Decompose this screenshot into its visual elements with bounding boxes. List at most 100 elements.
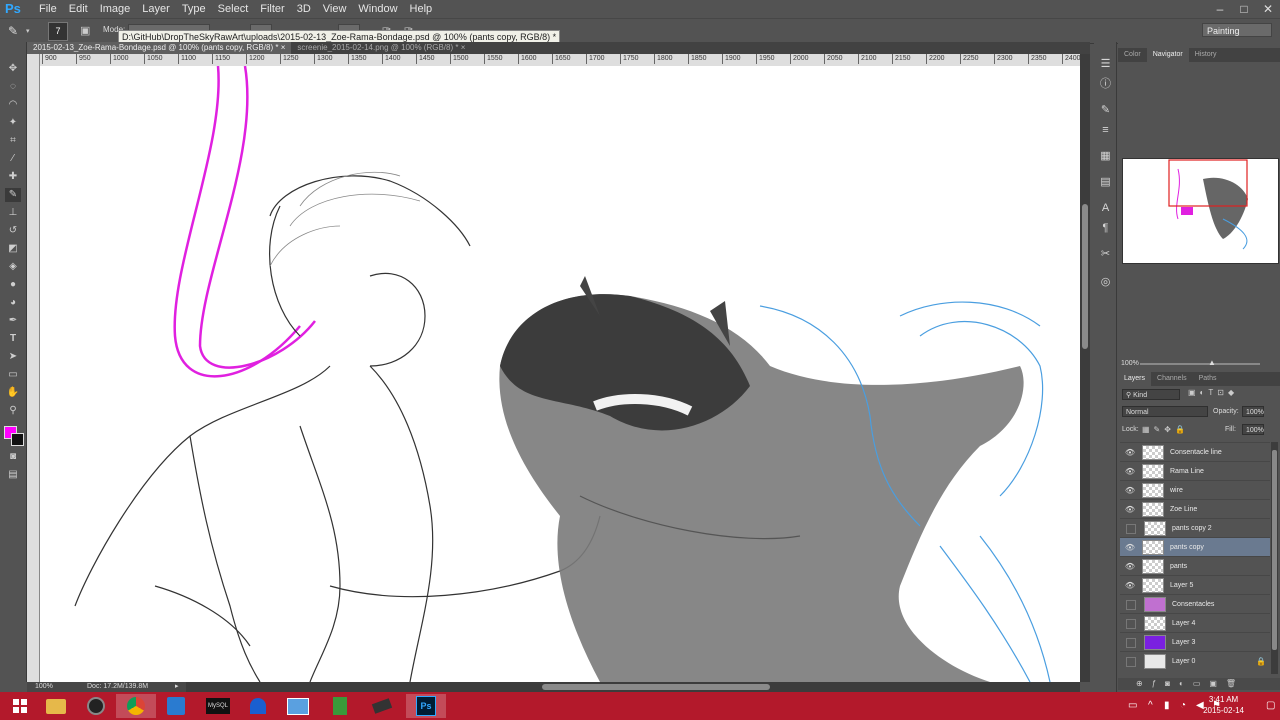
navigator-zoom-slider[interactable] bbox=[1140, 363, 1260, 365]
sublime-taskbar-button[interactable] bbox=[362, 694, 402, 718]
malwarebytes-taskbar-button[interactable] bbox=[238, 694, 278, 718]
remote-desktop-taskbar-button[interactable] bbox=[278, 694, 318, 718]
visibility-toggle[interactable] bbox=[1126, 637, 1136, 648]
menu-3d[interactable]: 3D bbox=[291, 0, 317, 18]
layer-row[interactable]: 👁 wire bbox=[1120, 480, 1270, 500]
calculator-taskbar-button[interactable] bbox=[320, 694, 360, 718]
menu-edit[interactable]: Edit bbox=[63, 0, 94, 18]
dodge-tool-icon[interactable]: ◕ bbox=[5, 296, 21, 310]
close-tab-icon[interactable]: × bbox=[281, 43, 286, 52]
visibility-toggle[interactable] bbox=[1126, 523, 1136, 534]
media-player-taskbar-button[interactable] bbox=[76, 694, 116, 718]
quick-mask-icon[interactable]: ◙ bbox=[5, 450, 21, 464]
layer-row[interactable]: Layer 4 bbox=[1120, 613, 1270, 633]
menu-help[interactable]: Help bbox=[404, 0, 439, 18]
adjustments-icon[interactable]: ≡ bbox=[1099, 124, 1112, 137]
brush-tool-icon[interactable]: ✎ bbox=[5, 188, 21, 202]
layer-filter-kind[interactable]: ⚲ Kind bbox=[1122, 389, 1180, 400]
wifi-icon[interactable]: ◔ bbox=[1180, 700, 1186, 711]
layer-row[interactable]: pants copy 2 bbox=[1120, 518, 1270, 538]
eye-icon[interactable]: 👁 bbox=[1124, 543, 1136, 553]
navigator-preview[interactable] bbox=[1122, 158, 1279, 264]
zoom-level[interactable]: 100% bbox=[35, 682, 53, 692]
tab-navigator[interactable]: Navigator bbox=[1146, 48, 1189, 62]
tab-screenie[interactable]: screenie_2015-02-14.png @ 100% (RGB/8) *… bbox=[291, 42, 471, 54]
chevron-up-icon[interactable]: ^ bbox=[1148, 700, 1153, 711]
eye-icon[interactable]: 👁 bbox=[1124, 448, 1136, 458]
terminal-taskbar-button[interactable]: MySQL bbox=[198, 694, 238, 718]
fill-input[interactable]: 100% bbox=[1242, 424, 1264, 435]
clone-stamp-icon[interactable]: ⊥ bbox=[5, 206, 21, 220]
healing-brush-icon[interactable]: ✚ bbox=[5, 170, 21, 184]
menu-file[interactable]: File bbox=[33, 0, 63, 18]
keyboard-icon[interactable]: ▭ bbox=[1128, 700, 1137, 711]
vertical-scrollbar[interactable] bbox=[1080, 54, 1090, 682]
workspace-select[interactable]: Painting bbox=[1202, 23, 1272, 37]
layer-row[interactable]: Layer 3 bbox=[1120, 632, 1270, 652]
document-canvas[interactable] bbox=[40, 66, 1080, 682]
type-tool-icon[interactable]: T bbox=[5, 332, 21, 346]
visibility-toggle[interactable] bbox=[1126, 599, 1136, 610]
notifications-icon[interactable]: ▢ bbox=[1266, 700, 1275, 711]
properties-icon[interactable]: ☰ bbox=[1099, 58, 1112, 71]
zoom-tool-icon[interactable]: ⚲ bbox=[5, 404, 21, 418]
blur-tool-icon[interactable]: ● bbox=[5, 278, 21, 292]
tab-color[interactable]: Color bbox=[1118, 48, 1147, 62]
libraries-icon[interactable]: ◎ bbox=[1099, 276, 1112, 289]
horizontal-scrollbar[interactable] bbox=[186, 682, 1080, 692]
close-tab-icon[interactable]: × bbox=[461, 43, 466, 52]
menu-filter[interactable]: Filter bbox=[254, 0, 290, 18]
actions-icon[interactable]: ▤ bbox=[1099, 176, 1112, 189]
layer-filter-icons[interactable]: ▣◐T⊡◆ bbox=[1188, 388, 1238, 397]
maximize-button[interactable]: □ bbox=[1232, 0, 1256, 18]
scroll-thumb[interactable] bbox=[1082, 204, 1088, 349]
tab-history[interactable]: History bbox=[1189, 48, 1223, 62]
eyedropper-icon[interactable]: ⁄ bbox=[5, 152, 21, 166]
paragraph-icon[interactable]: ¶ bbox=[1099, 222, 1112, 235]
tool-presets-icon[interactable]: ✂ bbox=[1099, 248, 1112, 261]
background-color-swatch[interactable] bbox=[11, 433, 24, 446]
eye-icon[interactable]: 👁 bbox=[1124, 486, 1136, 496]
layer-row[interactable]: Layer 0 🔒 bbox=[1120, 651, 1270, 671]
character-icon[interactable]: A bbox=[1099, 202, 1112, 215]
path-select-icon[interactable]: ➤ bbox=[5, 350, 21, 364]
close-button[interactable]: ✕ bbox=[1256, 0, 1280, 18]
eye-icon[interactable]: 👁 bbox=[1124, 505, 1136, 515]
chrome-taskbar-button[interactable] bbox=[116, 694, 156, 718]
tab-paths[interactable]: Paths bbox=[1193, 372, 1223, 386]
minimize-button[interactable]: – bbox=[1208, 0, 1232, 18]
chevron-down-icon[interactable]: ▾ bbox=[26, 27, 30, 35]
layer-actions-bar[interactable]: ⊕ƒ◙◐▭▣🗑 bbox=[1118, 678, 1280, 690]
brush-panel-icon[interactable]: ▣ bbox=[80, 24, 90, 37]
layers-scrollbar[interactable] bbox=[1271, 442, 1278, 674]
tab-layers[interactable]: Layers bbox=[1118, 372, 1152, 386]
photoshop-taskbar-button[interactable]: Ps bbox=[406, 694, 446, 718]
blend-mode-dropdown[interactable]: Normal bbox=[1122, 406, 1208, 417]
outlook-taskbar-button[interactable] bbox=[156, 694, 196, 718]
eye-icon[interactable]: 👁 bbox=[1124, 562, 1136, 572]
layer-row[interactable]: 👁 Rama Line bbox=[1120, 461, 1270, 481]
zoom-slider-handle-icon[interactable]: ▲ bbox=[1208, 358, 1216, 367]
menu-view[interactable]: View bbox=[317, 0, 353, 18]
quick-select-icon[interactable]: ✦ bbox=[5, 116, 21, 130]
layer-row[interactable]: 👁 pants bbox=[1120, 556, 1270, 576]
brush-presets-icon[interactable]: ✎ bbox=[1099, 104, 1112, 117]
file-explorer-taskbar-button[interactable] bbox=[36, 694, 76, 718]
eye-icon[interactable]: 👁 bbox=[1124, 581, 1136, 591]
lock-options-icons[interactable]: ▦✎✥🔒 bbox=[1142, 425, 1189, 434]
scroll-thumb[interactable] bbox=[542, 684, 770, 690]
lasso-tool-icon[interactable]: ◠ bbox=[5, 98, 21, 112]
hand-tool-icon[interactable]: ✋ bbox=[5, 386, 21, 400]
scroll-thumb[interactable] bbox=[1272, 450, 1277, 650]
clock[interactable]: 3:41 AM 2015-02-14 bbox=[1203, 694, 1244, 716]
pen-tool-icon[interactable]: ✒ bbox=[5, 314, 21, 328]
move-tool-icon[interactable]: ✥ bbox=[5, 62, 21, 76]
tab-channels[interactable]: Channels bbox=[1151, 372, 1193, 386]
eraser-icon[interactable]: ◩ bbox=[5, 242, 21, 256]
info-icon[interactable]: ⓘ bbox=[1099, 78, 1112, 91]
brush-tool-icon[interactable]: ✎ bbox=[8, 24, 18, 38]
menu-window[interactable]: Window bbox=[352, 0, 403, 18]
menu-select[interactable]: Select bbox=[212, 0, 255, 18]
rectangle-tool-icon[interactable]: ▭ bbox=[5, 368, 21, 382]
network-icon[interactable]: ▮ bbox=[1164, 700, 1170, 711]
